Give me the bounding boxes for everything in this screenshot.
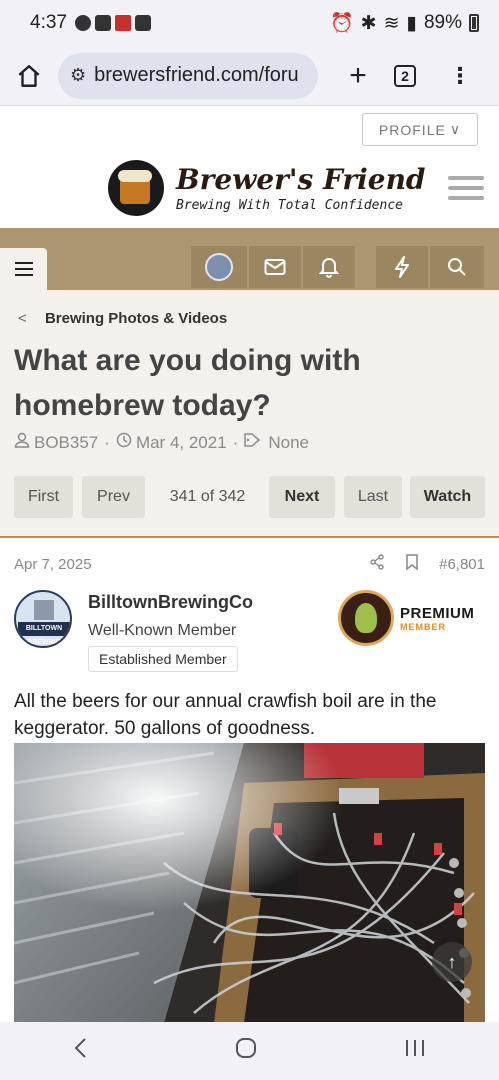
premium-title: PREMIUM (400, 604, 475, 622)
post-number[interactable]: #6,801 (439, 556, 485, 573)
alerts-button[interactable] (303, 246, 355, 288)
bluetooth-icon: ✱ (360, 12, 377, 34)
home-button[interactable] (0, 46, 58, 106)
facebook-icon (74, 15, 91, 31)
pager-position: 341 of 342 (169, 488, 246, 505)
thread-meta: BOB357 · Mar 4, 2021 · None (14, 432, 309, 453)
pager-prev-button[interactable]: Prev (82, 476, 145, 518)
avatar[interactable]: BILLTOWN BREWING (14, 590, 72, 648)
user-icon (14, 432, 30, 453)
share-icon[interactable] (369, 554, 385, 574)
divider (0, 536, 499, 538)
account-avatar-button[interactable] (191, 246, 247, 288)
breadcrumb-link[interactable]: Brewing Photos & Videos (45, 310, 227, 327)
tags-icon (244, 432, 264, 453)
breadcrumb[interactable]: < Brewing Photos & Videos (18, 310, 227, 327)
logo-title: Brewer's Friend (176, 163, 426, 196)
hamburger-icon (14, 260, 33, 278)
wifi-icon: ≋ (383, 12, 400, 34)
user-banner: Established Member (88, 646, 238, 672)
battery-icon (469, 14, 479, 32)
arrow-up-icon: ↑ (447, 951, 457, 972)
home-circle-icon[interactable] (235, 1037, 257, 1066)
pager-last-button[interactable]: Last (344, 476, 402, 518)
user-title: Well-Known Member (88, 622, 237, 639)
search-button[interactable] (430, 246, 484, 288)
avatar (205, 253, 233, 281)
post-body: All the beers for our annual crawfish bo… (14, 691, 437, 739)
watch-button[interactable]: Watch (410, 476, 485, 518)
signal-icon: ▮ (406, 12, 417, 34)
url-text: brewersfriend.com/foru (94, 64, 299, 86)
pager-next-button[interactable]: Next (269, 476, 335, 518)
recents-icon[interactable] (404, 1037, 426, 1065)
notification-app-icon (114, 15, 131, 31)
new-tab-button[interactable]: + (328, 59, 388, 93)
lightning-icon (395, 256, 409, 278)
chevron-down-icon: ∨ (449, 121, 462, 137)
logo-tagline: Brewing With Total Confidence (176, 198, 403, 213)
back-icon[interactable] (73, 1037, 89, 1066)
post-image[interactable] (14, 743, 485, 1023)
address-bar[interactable]: ⚙ brewersfriend.com/foru (58, 52, 318, 99)
tab-switcher-button[interactable]: 2 (394, 64, 416, 87)
profile-button[interactable]: PROFILE ∨ (362, 113, 478, 146)
site-logo[interactable]: Brewer's Friend Brewing With Total Confi… (108, 160, 426, 216)
search-icon (448, 258, 466, 276)
page-title: What are you doing with homebrew today? (14, 344, 361, 422)
avatar-text: BILLTOWN BREWING (18, 622, 70, 646)
bell-icon (319, 258, 339, 278)
beer-mug-logo-icon (108, 160, 164, 216)
hop-icon (338, 590, 394, 646)
whats-new-button[interactable] (376, 246, 428, 288)
thread-date[interactable]: Mar 4, 2021 (136, 433, 227, 453)
pager-first-button[interactable]: First (14, 476, 73, 518)
scroll-to-top-button[interactable]: ↑ (432, 942, 472, 982)
forum-menu-button[interactable] (0, 248, 47, 290)
profile-label: PROFILE (378, 121, 446, 138)
status-time: 4:37 (30, 12, 67, 33)
browser-toolbar: ⚙ brewersfriend.com/foru + 2 ⋮ (0, 46, 499, 106)
system-navigation-bar (0, 1022, 499, 1080)
envelope-icon (264, 259, 286, 275)
premium-member-badge: PREMIUM MEMBER (338, 590, 474, 646)
thread-author[interactable]: BOB357 (34, 433, 98, 453)
home-icon (18, 64, 40, 87)
youtube-icon (134, 15, 151, 31)
inbox-button[interactable] (249, 246, 301, 288)
post-username[interactable]: BilltownBrewingCo (88, 592, 253, 613)
site-menu-button[interactable] (448, 176, 484, 200)
browser-menu-button[interactable]: ⋮ (440, 64, 480, 86)
alarm-icon: ⏰ (329, 13, 354, 34)
thread-tags: None (268, 432, 309, 452)
status-right: ⏰ ✱ ≋ ▮ 89% (330, 11, 479, 35)
premium-subtitle: MEMBER (400, 621, 446, 632)
bookmark-icon[interactable] (405, 554, 419, 574)
clock-icon (116, 432, 132, 453)
instagram-icon (94, 15, 111, 31)
post-date[interactable]: Apr 7, 2025 (14, 556, 92, 573)
post-actions: #6,801 (369, 554, 485, 574)
status-bar: 4:37 ⏰ ✱ ≋ ▮ 89% (0, 0, 499, 46)
chevron-left-icon: < (18, 310, 27, 327)
battery-percent: 89% (423, 12, 462, 33)
site-settings-icon[interactable]: ⚙ (70, 65, 86, 86)
